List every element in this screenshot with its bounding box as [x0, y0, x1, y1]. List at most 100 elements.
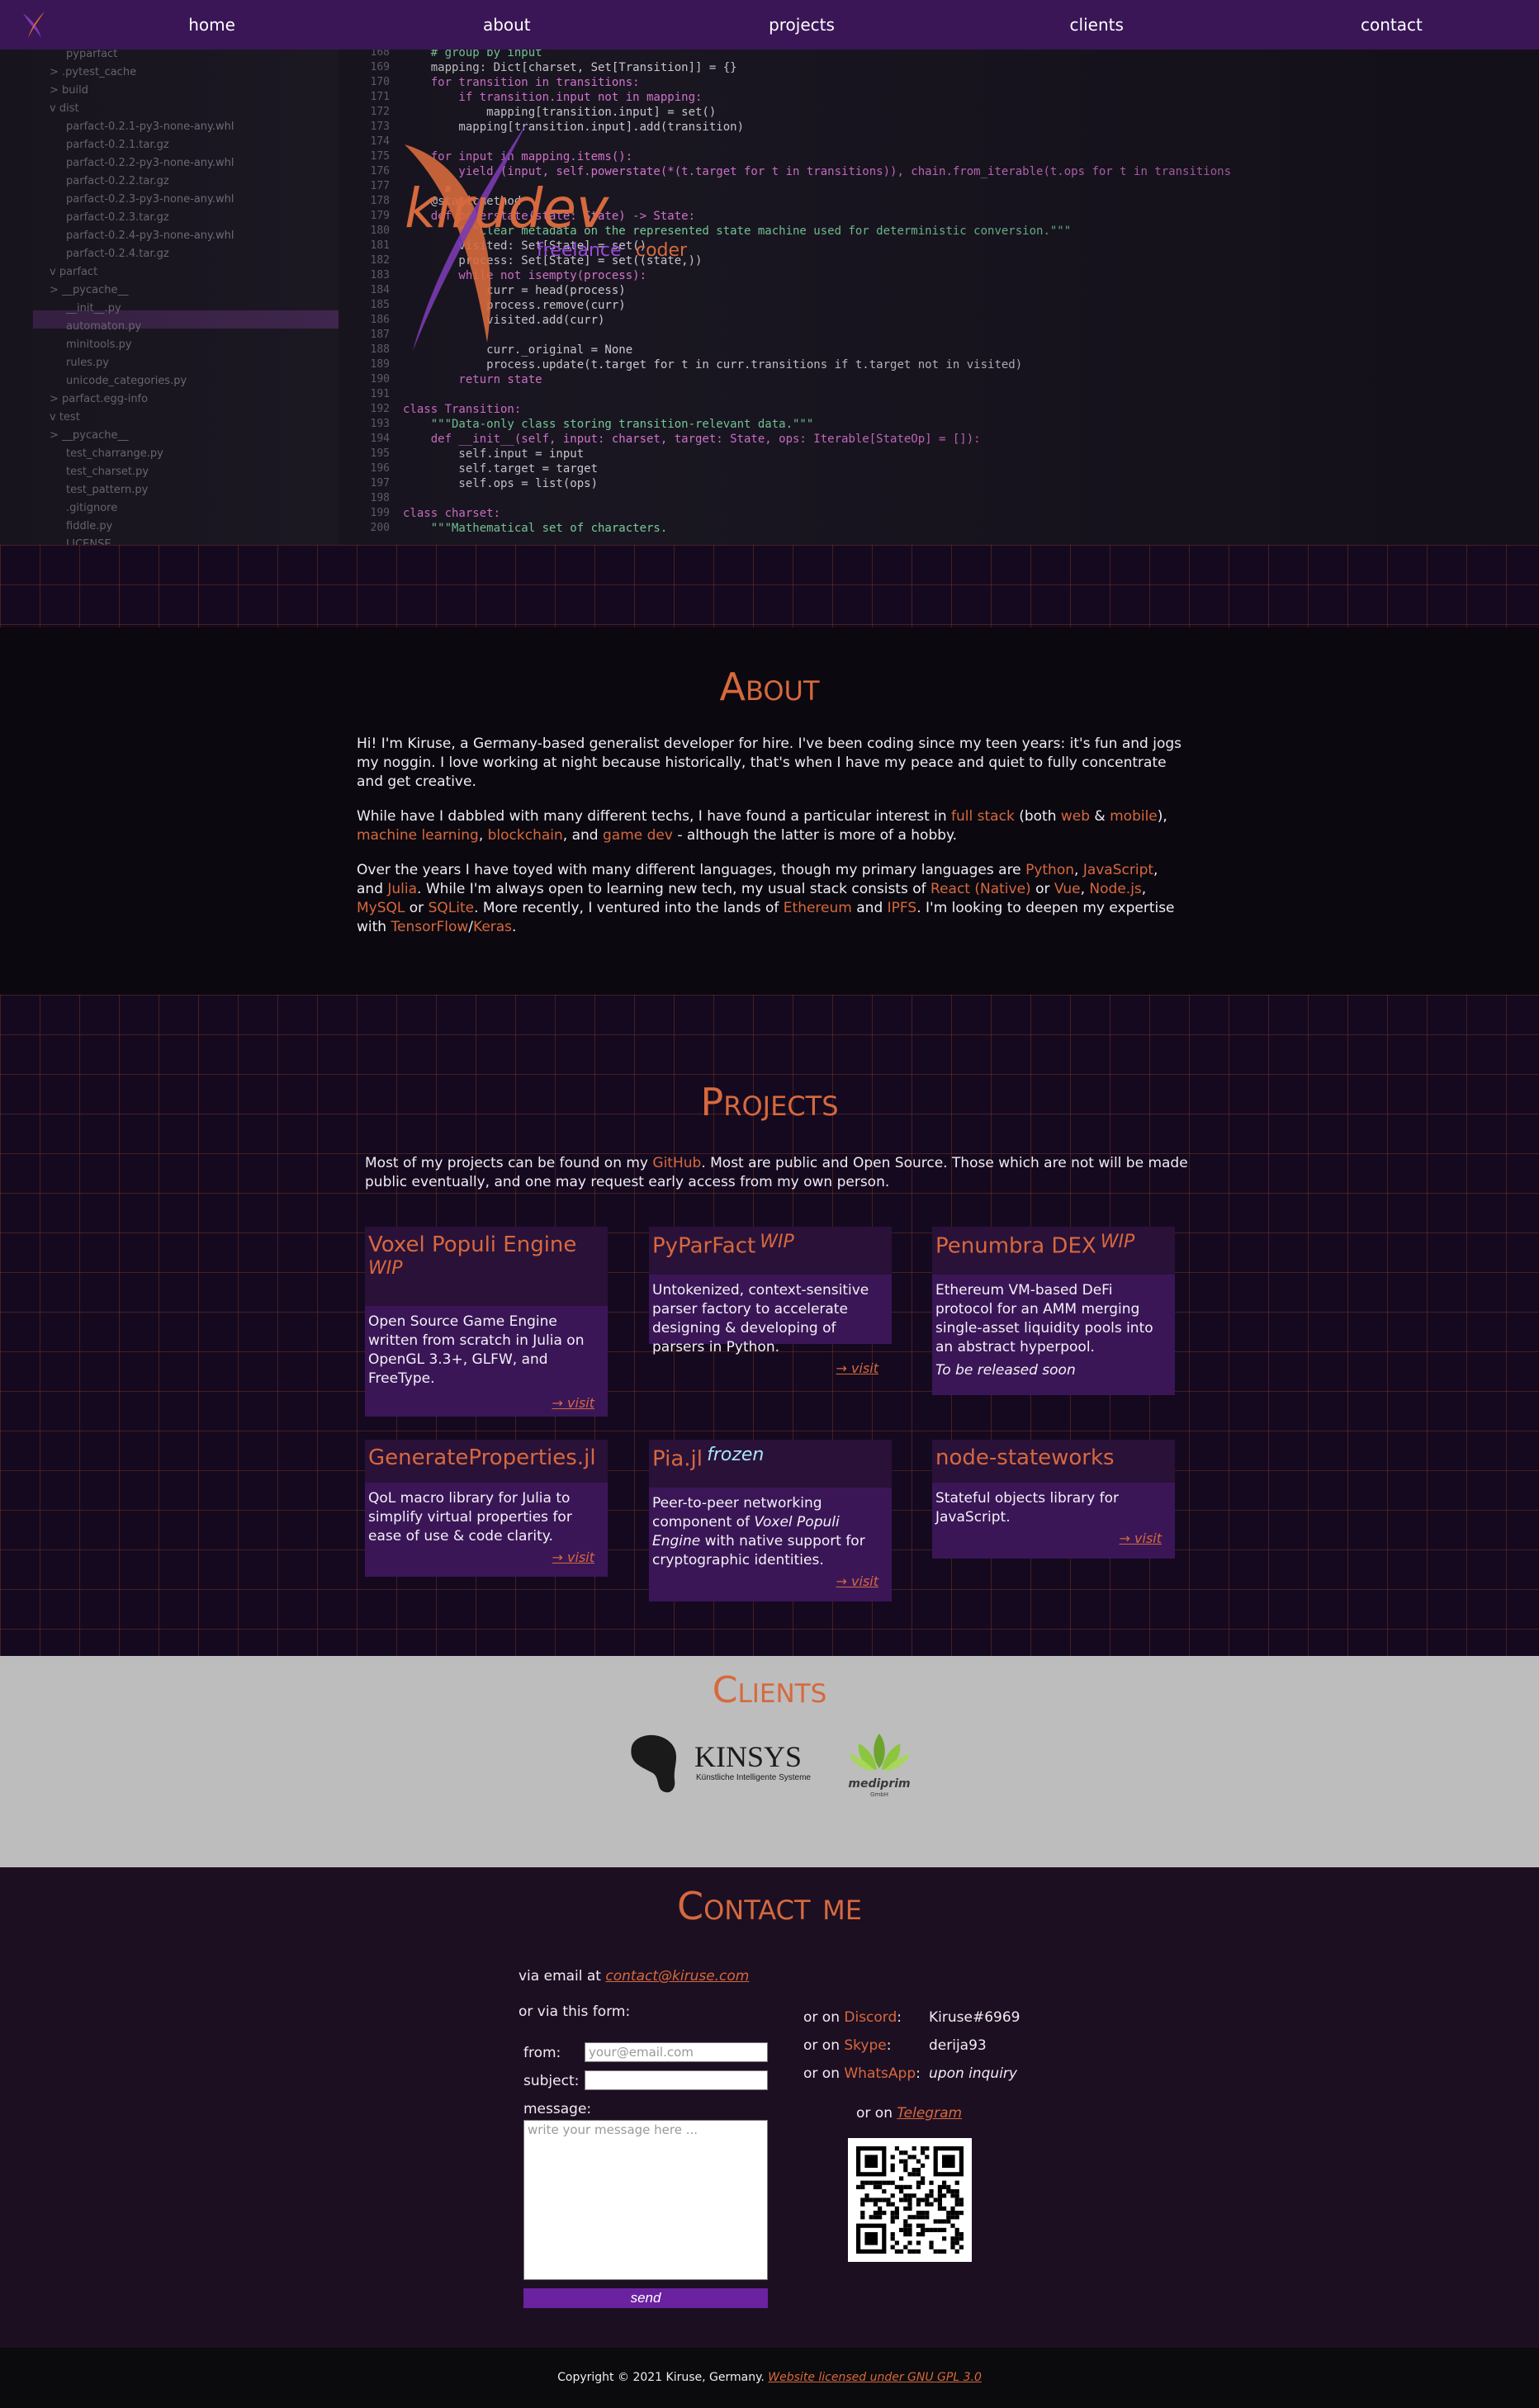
- about-text: - although the latter is more of a hobby…: [672, 827, 958, 844]
- about-paragraph-2: While have I dabbled with many different…: [357, 807, 1182, 845]
- whatsapp-label: WhatsApp: [844, 2065, 916, 2082]
- tech-highlight: machine learning: [357, 827, 479, 844]
- about-text: , and: [562, 827, 603, 844]
- brand-sub-freelance: freelance: [537, 240, 622, 261]
- project-title: node-stateworks: [935, 1445, 1115, 1470]
- about-text: Over the years I have toyed with many di…: [357, 862, 1026, 878]
- subject-label: subject:: [523, 2073, 580, 2089]
- project-desc: QoL macro library for Julia to simplify …: [368, 1490, 572, 1545]
- or-on: or on: [803, 2009, 845, 2026]
- project-desc: Stateful objects library for JavaScript.: [935, 1490, 1120, 1526]
- projects-intro: Most of my projects can be found on my G…: [365, 1154, 1191, 1192]
- send-button[interactable]: send: [523, 2288, 768, 2308]
- project-card-voxel-populi: Voxel Populi Engine WIP Open Source Game …: [365, 1227, 608, 1417]
- tech-highlight: MySQL: [357, 900, 405, 916]
- about-body: Hi! I'm Kiruse, a Germany-based generali…: [357, 735, 1182, 953]
- mediprim-logo[interactable]: mediprim GmbH: [842, 1725, 916, 1801]
- about-text: or: [405, 900, 429, 916]
- tech-highlight: React (Native): [931, 881, 1031, 897]
- projects-intro-text: Most of my projects can be found on my: [365, 1155, 653, 1171]
- license-link[interactable]: Website licensed under GNU GPL 3.0: [768, 2371, 982, 2384]
- message-field[interactable]: [523, 2120, 768, 2280]
- message-label: message:: [523, 2101, 592, 2117]
- visit-link[interactable]: → visit: [649, 1357, 892, 1383]
- discord-contact: or on Discord:: [803, 2009, 902, 2026]
- project-card-generateproperties: GenerateProperties.jl QoL macro library …: [365, 1440, 608, 1577]
- tech-highlight: blockchain: [487, 827, 563, 844]
- project-desc: Open Source Game Engine written from scr…: [368, 1313, 585, 1387]
- project-card-pyparfact: PyParFact WIP Untokenized, context-sensi…: [649, 1227, 892, 1376]
- project-card-node-stateworks: node-stateworks Stateful objects library…: [932, 1440, 1175, 1559]
- discord-value: Kiruse#6969: [929, 2009, 1020, 2026]
- from-label: from:: [523, 2045, 561, 2061]
- project-title: PyParFact: [652, 1233, 756, 1259]
- project-tag: WIP: [368, 1258, 403, 1279]
- about-text: . More recently, I ventured into the lan…: [474, 900, 784, 916]
- visit-link[interactable]: → visit: [932, 1527, 1175, 1553]
- about-title: About: [719, 665, 820, 709]
- telegram-link[interactable]: Telegram: [897, 2105, 962, 2122]
- tech-highlight: IPFS: [887, 900, 917, 916]
- tech-highlight: Keras: [473, 919, 513, 935]
- kinsys-subtitle: Künstliche Intelligente Systeme: [696, 1773, 811, 1782]
- about-text: ,: [1080, 881, 1090, 897]
- tech-highlight: web: [1060, 808, 1091, 825]
- tech-highlight: Node.js: [1089, 881, 1142, 897]
- tech-highlight: mobile: [1110, 808, 1158, 825]
- visit-link[interactable]: → visit: [365, 1546, 608, 1572]
- project-title: GenerateProperties.jl: [368, 1445, 596, 1470]
- project-tag-frozen: frozen: [707, 1445, 765, 1465]
- email-link[interactable]: contact@kiruse.com: [605, 1968, 749, 1985]
- mediprim-sub: GmbH: [870, 1791, 888, 1798]
- project-desc: Ethereum VM-based DeFi protocol for an A…: [935, 1282, 1153, 1355]
- brand-sub-coder: coder: [636, 240, 688, 261]
- project-title: Penumbra DEX: [935, 1233, 1096, 1259]
- nav-link-clients[interactable]: clients: [949, 0, 1244, 50]
- about-text: . While I'm always open to learning new …: [417, 881, 931, 897]
- project-desc: Untokenized, context-sensitive parser fa…: [652, 1282, 869, 1355]
- telegram-qr-code[interactable]: [848, 2138, 972, 2262]
- project-tag: WIP: [1100, 1232, 1135, 1252]
- tech-highlight: full stack: [951, 808, 1015, 825]
- grid-band-1: [0, 545, 1539, 627]
- tech-highlight: Ethereum: [783, 900, 852, 916]
- project-card-pia-jl: Pia.jl frozen Peer-to-peer networking co…: [649, 1440, 892, 1601]
- or-on: or on: [856, 2105, 897, 2122]
- nav-link-projects[interactable]: projects: [654, 0, 949, 50]
- from-email-field[interactable]: [585, 2042, 768, 2062]
- about-section: About Hi! I'm Kiruse, a Germany-based ge…: [0, 627, 1539, 995]
- about-text: (both: [1014, 808, 1061, 825]
- clients-title: Clients: [712, 1669, 827, 1711]
- nav-link-contact[interactable]: contact: [1244, 0, 1539, 50]
- about-text: or: [1030, 881, 1054, 897]
- hero-banner: pyparfact> .pytest_cache> buildv distpar…: [0, 50, 1539, 545]
- about-text: and: [851, 900, 888, 916]
- project-note: To be released soon: [935, 1362, 1076, 1379]
- or-on: or on: [803, 2065, 845, 2082]
- kirudev-logo-icon[interactable]: [17, 8, 50, 41]
- about-text: ,: [1141, 881, 1147, 897]
- visit-link[interactable]: → visit: [649, 1570, 892, 1596]
- copyright-text: Copyright © 2021 Kiruse, Germany.: [557, 2371, 769, 2384]
- projects-title: Projects: [700, 1080, 839, 1124]
- about-paragraph-3: Over the years I have toyed with many di…: [357, 861, 1182, 937]
- project-desc: Peer-to-peer networking component of Vox…: [649, 1488, 892, 1570]
- nav-link-about[interactable]: about: [359, 0, 654, 50]
- email-line: via email at contact@kiruse.com: [519, 1968, 749, 1985]
- project-title: Voxel Populi Engine: [368, 1232, 577, 1257]
- nav-link-home[interactable]: home: [64, 0, 359, 50]
- or-on: or on: [803, 2037, 845, 2054]
- github-link[interactable]: GitHub: [652, 1155, 701, 1171]
- visit-link[interactable]: → visit: [365, 1389, 608, 1417]
- subject-field[interactable]: [585, 2070, 768, 2090]
- tech-highlight: Julia: [387, 881, 418, 897]
- skype-contact: or on Skype:: [803, 2037, 892, 2054]
- tech-highlight: Python: [1025, 862, 1074, 878]
- kirudev-brand-logo: kirudev freelance coder: [405, 120, 688, 351]
- footer: Copyright © 2021 Kiruse, Germany. Websit…: [0, 2348, 1539, 2408]
- kinsys-logo[interactable]: KINSYS Künstliche Intelligente Systeme: [623, 1730, 817, 1796]
- clients-section: Clients KINSYS Künstliche Intelligente S…: [0, 1656, 1539, 1867]
- whatsapp-contact: or on WhatsApp:: [803, 2065, 921, 2082]
- about-text: ,: [478, 827, 488, 844]
- project-title: Pia.jl: [652, 1446, 703, 1472]
